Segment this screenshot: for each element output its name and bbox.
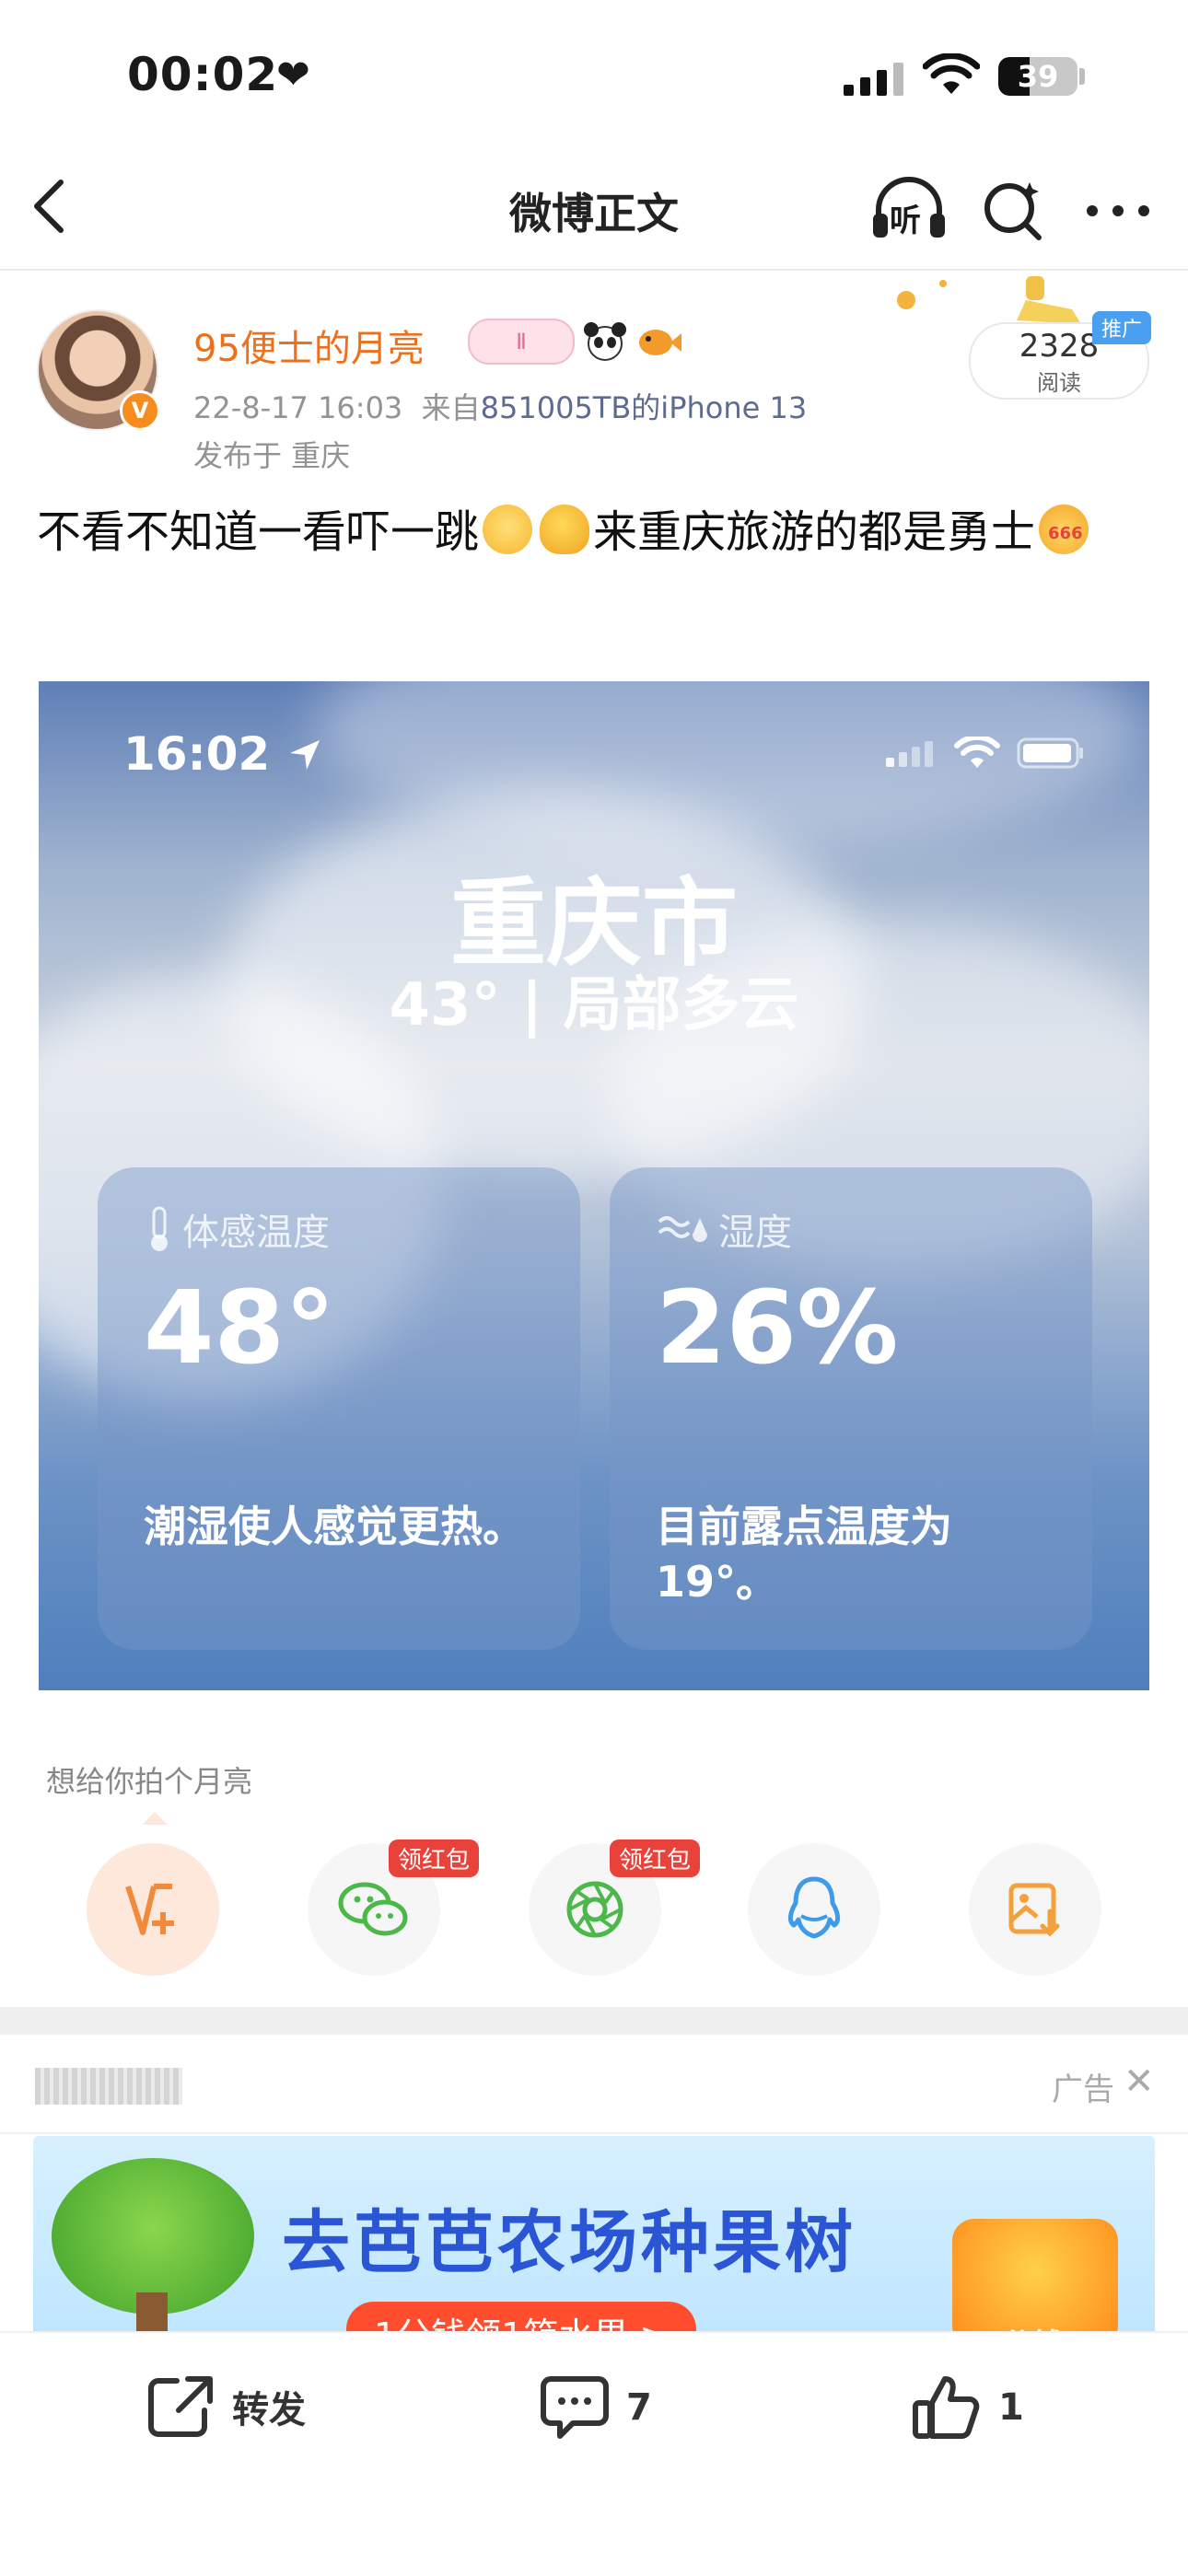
- promote-tag[interactable]: 推广: [1092, 311, 1152, 344]
- username[interactable]: 95便士的月亮: [193, 319, 425, 372]
- wechat-redpack-tag: 领红包: [389, 1839, 480, 1877]
- moments-icon: [566, 1881, 623, 1938]
- image-wifi-icon: [954, 737, 1000, 768]
- post-meta: 22-8-17 16:03 来自851005TB的iPhone 13: [193, 385, 807, 427]
- image-status-icons: [884, 737, 1085, 770]
- post-content: 不看不知道一看吓一跳 来重庆旅游的都是勇士 666: [37, 497, 1151, 567]
- location-arrow-icon: [289, 740, 320, 770]
- wifi-icon: [922, 52, 981, 99]
- like-count: 1: [998, 2386, 1024, 2429]
- 666-emoji-icon: 666: [1039, 505, 1089, 554]
- repost-label: 转发: [232, 2389, 306, 2431]
- moments-redpack-tag: 领红包: [610, 1839, 701, 1877]
- battery-cap: [1079, 68, 1085, 85]
- fruit-box-illustration: 1分钱: [952, 2219, 1118, 2338]
- qq-icon: [787, 1876, 841, 1939]
- fish-icon: [639, 330, 681, 355]
- post-text-part1: 不看不知道一看吓一跳: [37, 506, 480, 558]
- section-separator: [0, 2007, 1188, 2035]
- tree-illustration: [52, 2158, 254, 2315]
- melting-face-emoji-icon: [540, 505, 590, 554]
- source-prefix: 来自: [421, 390, 481, 425]
- heart-icon: ❤: [276, 52, 310, 99]
- search-sparkle-icon: [984, 182, 1042, 240]
- image-status-time: 16:02: [123, 727, 323, 781]
- bottom-action-bar: [0, 2331, 1188, 2576]
- repost-button[interactable]: 转发: [146, 2373, 306, 2440]
- humidity-icon: [658, 1216, 707, 1242]
- cellular-signal-icon: [844, 59, 903, 96]
- comment-icon: [541, 2376, 609, 2439]
- ad-brand-logo: [35, 2068, 182, 2105]
- more-button[interactable]: [1085, 197, 1151, 228]
- user-badges: Ⅱ: [468, 319, 681, 365]
- feels-like-title: 体感温度: [182, 1212, 330, 1254]
- image-time-text: 16:02: [123, 727, 271, 781]
- share-pointer: [142, 1812, 168, 1825]
- comment-count: 7: [626, 2386, 652, 2429]
- weibo-v-plus-icon: [125, 1884, 174, 1935]
- ad-divider: [0, 2132, 1188, 2134]
- search-button[interactable]: [982, 179, 1046, 247]
- share-qq-button[interactable]: [748, 1843, 880, 1976]
- emoji-666-label: 666: [1048, 524, 1083, 543]
- battery-indicator: 39: [998, 57, 1077, 96]
- post-image[interactable]: 16:02 重庆市 43° | 局部多云 体感温度 48° 潮湿使人感觉更热。 …: [39, 681, 1149, 1690]
- panda-icon: [584, 322, 626, 361]
- ad-label: 广告: [1052, 2071, 1114, 2108]
- share-prompt: 想给你拍个月亮: [46, 1764, 253, 1799]
- like-button[interactable]: 1: [912, 2373, 1024, 2442]
- thumbs-up-icon: [913, 2376, 980, 2439]
- humidity-value: 26%: [656, 1269, 899, 1387]
- read-label: 阅读: [1037, 370, 1081, 396]
- humidity-card: 湿度 26% 目前露点温度为19°。: [610, 1167, 1092, 1650]
- repost-icon: [148, 2376, 213, 2437]
- feels-like-value: 48°: [144, 1269, 336, 1387]
- image-signal-icon: [886, 741, 933, 767]
- feels-like-card: 体感温度 48° 潮湿使人感觉更热。: [98, 1167, 580, 1650]
- post-text-part2: 来重庆旅游的都是勇士: [593, 506, 1036, 558]
- smile-emoji-icon: [483, 505, 533, 554]
- status-time: 00:02: [127, 48, 279, 101]
- save-image-button[interactable]: [969, 1843, 1101, 1976]
- humidity-header: 湿度: [658, 1202, 792, 1256]
- image-battery-icon: [1017, 737, 1083, 769]
- battery-percent: 39: [1017, 59, 1059, 94]
- ad-close-icon[interactable]: ✕: [1124, 2060, 1155, 2103]
- post-date: 22-8-17 16:03: [193, 390, 403, 425]
- save-image-icon: [1008, 1883, 1060, 1937]
- thermometer-icon: [151, 1206, 168, 1251]
- post-location: 发布于 重庆: [193, 438, 351, 473]
- listen-label: 听: [890, 203, 921, 239]
- more-dots-icon: [1087, 205, 1149, 216]
- nav-divider: [0, 269, 1188, 271]
- feels-like-header: 体感温度: [146, 1202, 330, 1256]
- verified-badge: V: [120, 390, 160, 431]
- member-badge[interactable]: Ⅱ: [468, 319, 575, 365]
- ad-banner[interactable]: 去芭芭农场种果树 1分钱领1箱水果 > 1分钱: [33, 2136, 1155, 2338]
- humidity-title: 湿度: [718, 1212, 792, 1254]
- comment-button[interactable]: 7: [540, 2373, 652, 2442]
- listen-button[interactable]: 听: [869, 177, 949, 241]
- weather-temp-desc: 43° | 局部多云: [389, 971, 799, 1039]
- post-source[interactable]: 851005TB的iPhone 13: [481, 390, 808, 425]
- feels-like-desc: 潮湿使人感觉更热。: [144, 1502, 525, 1551]
- humidity-desc: 目前露点温度为19°。: [656, 1502, 952, 1607]
- ad-title: 去芭芭农场种果树: [282, 2203, 856, 2282]
- share-weibo-button[interactable]: [87, 1843, 219, 1976]
- wechat-icon: [338, 1882, 408, 1936]
